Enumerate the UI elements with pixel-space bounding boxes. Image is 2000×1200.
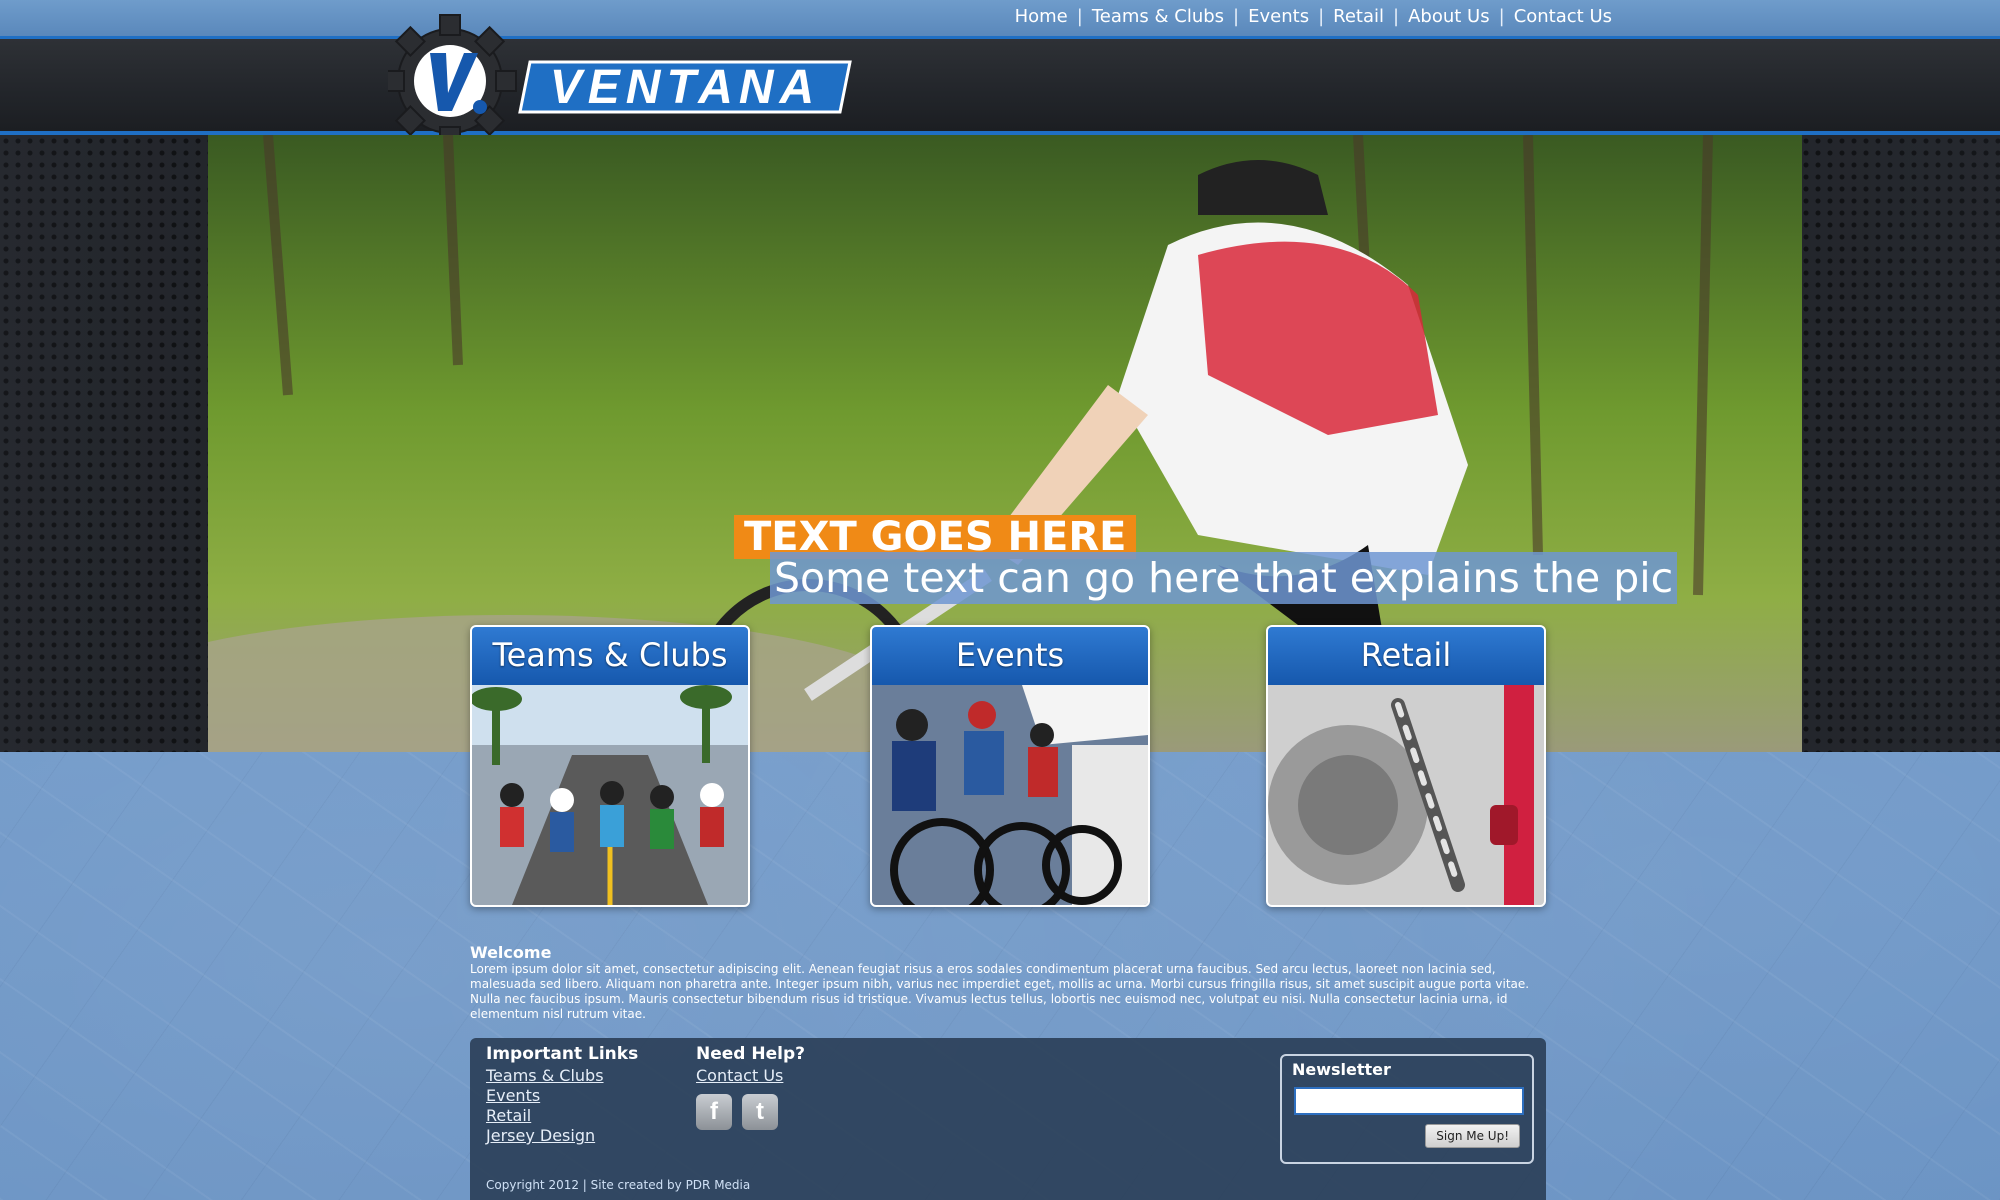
card-teams-clubs[interactable]: Teams & Clubs bbox=[470, 625, 750, 907]
card-title: Retail bbox=[1268, 627, 1544, 685]
nav-about-us[interactable]: About Us bbox=[1408, 6, 1490, 27]
footer-link-teams-clubs[interactable]: Teams & Clubs bbox=[486, 1066, 638, 1086]
card-title: Events bbox=[872, 627, 1148, 685]
welcome-section: Welcome Lorem ipsum dolor sit amet, cons… bbox=[470, 943, 1546, 1022]
nav-teams-clubs[interactable]: Teams & Clubs bbox=[1092, 6, 1224, 27]
brand-wordmark: VENTANA bbox=[550, 61, 820, 114]
top-nav: Home | Teams & Clubs | Events | Retail |… bbox=[1014, 6, 1612, 27]
card-title: Teams & Clubs bbox=[472, 627, 748, 685]
nav-contact-us[interactable]: Contact Us bbox=[1514, 6, 1612, 27]
card-retail[interactable]: Retail bbox=[1266, 625, 1546, 907]
need-help-title: Need Help? bbox=[696, 1044, 805, 1064]
important-links-title: Important Links bbox=[486, 1044, 639, 1064]
nav-home[interactable]: Home bbox=[1015, 6, 1068, 27]
newsletter-title: Newsletter bbox=[1292, 1060, 1391, 1079]
top-bar: Home | Teams & Clubs | Events | Retail |… bbox=[0, 0, 2000, 39]
race-start-image bbox=[872, 685, 1148, 905]
welcome-title: Welcome bbox=[470, 943, 552, 962]
twitter-icon[interactable]: t bbox=[742, 1094, 778, 1130]
footer-link-events[interactable]: Events bbox=[486, 1086, 638, 1106]
need-help: Need Help? Contact Us bbox=[696, 1044, 805, 1086]
copyright-text: Copyright 2012 | Site created by PDR Med… bbox=[486, 1178, 751, 1192]
footer-link-jersey-design[interactable]: Jersey Design bbox=[486, 1126, 638, 1146]
footer-contact-us-link[interactable]: Contact Us bbox=[696, 1066, 805, 1086]
nav-events[interactable]: Events bbox=[1248, 6, 1309, 27]
sign-me-up-button[interactable]: Sign Me Up! bbox=[1425, 1124, 1520, 1148]
social-links: f t bbox=[696, 1094, 778, 1130]
welcome-body: Lorem ipsum dolor sit amet, consectetur … bbox=[470, 962, 1530, 1021]
facebook-icon[interactable]: f bbox=[696, 1094, 732, 1130]
newsletter-email-input[interactable] bbox=[1294, 1087, 1524, 1115]
peloton-image bbox=[472, 685, 748, 905]
gear-icon bbox=[388, 14, 517, 148]
important-links: Important Links Teams & Clubs Events Ret… bbox=[486, 1044, 638, 1146]
hero-subtitle: Some text can go here that explains the … bbox=[770, 552, 1678, 604]
nav-retail[interactable]: Retail bbox=[1333, 6, 1384, 27]
newsletter-box: Newsletter Sign Me Up! bbox=[1280, 1054, 1534, 1164]
site-footer: Important Links Teams & Clubs Events Ret… bbox=[470, 1038, 1546, 1200]
card-events[interactable]: Events bbox=[870, 625, 1150, 907]
bike-chain-image bbox=[1268, 685, 1544, 905]
footer-link-retail[interactable]: Retail bbox=[486, 1106, 638, 1126]
site-header bbox=[0, 39, 2000, 135]
